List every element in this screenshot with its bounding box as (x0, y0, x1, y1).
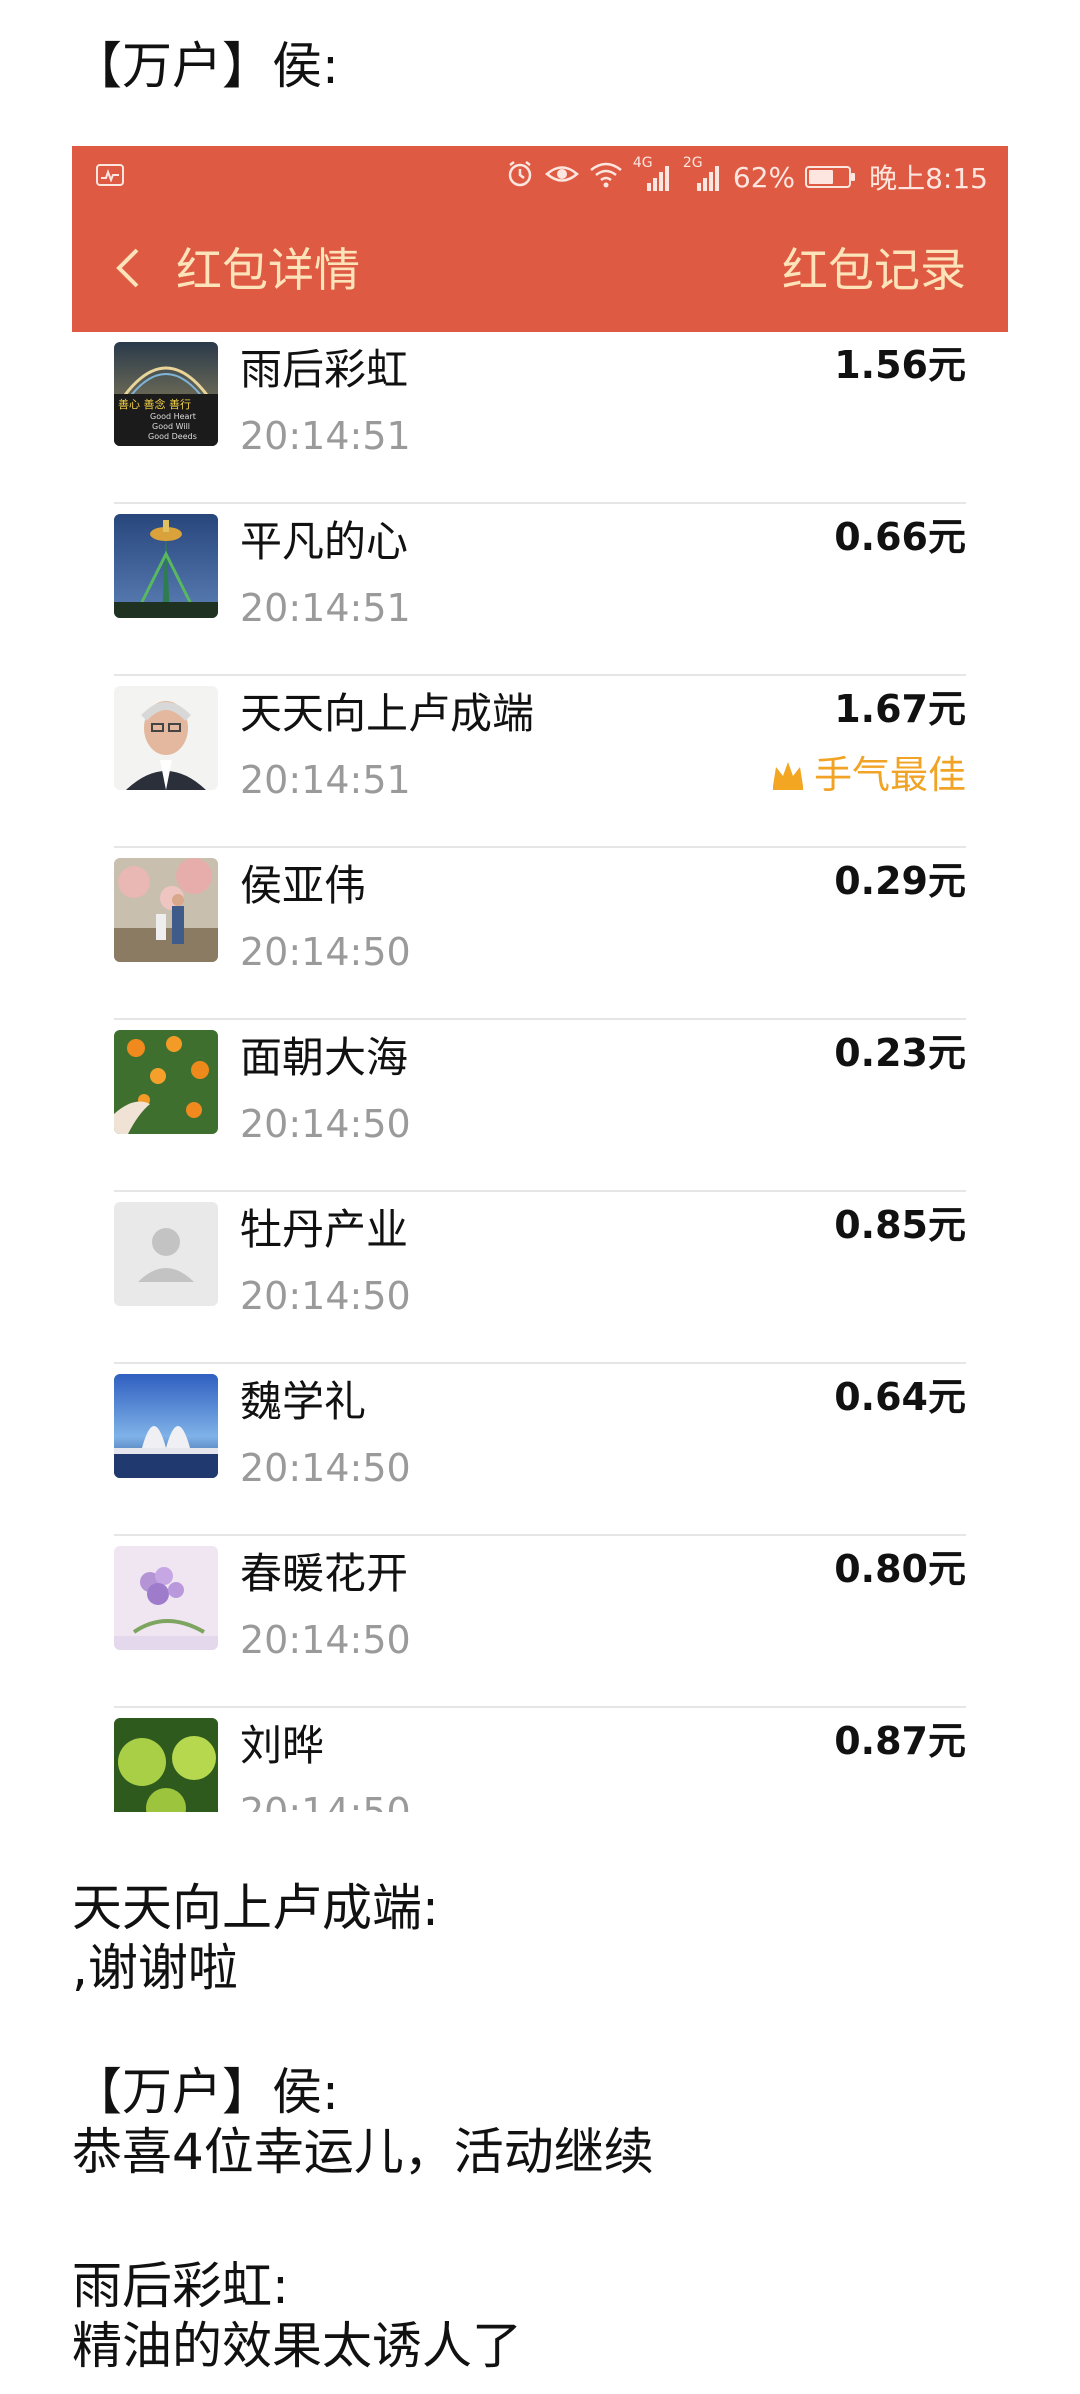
status-bar: 4G 2G 62% 晚上8:15 (72, 146, 1008, 208)
amount: 1.56元 (834, 343, 966, 387)
recipient-name: 平凡的心 (240, 517, 409, 566)
chevron-left-icon (116, 248, 139, 288)
list-item[interactable]: 魏学礼 20:14:50 0.64元 (114, 1364, 966, 1536)
chat-message-text: ,谢谢啦 (72, 1939, 238, 1997)
recipient-name: 春暖花开 (240, 1549, 409, 1598)
status-time: 晚上8:15 (869, 162, 988, 195)
header-bar: 红包详情 红包记录 (72, 208, 1008, 332)
recipient-name: 面朝大海 (240, 1033, 409, 1082)
default-avatar-icon (114, 1202, 218, 1306)
chat-message-sender: 【万户】侯: (72, 2063, 339, 2121)
avatar-caption: Good Will (152, 422, 191, 431)
avatar (114, 1374, 218, 1478)
avatar-caption: 善心 善念 善行 (118, 398, 191, 411)
list-item[interactable]: 天天向上卢成端 20:14:51 1.67元 手气最佳 (114, 676, 966, 848)
list-item[interactable]: 牡丹产业 20:14:50 0.85元 (114, 1192, 966, 1364)
back-button[interactable] (98, 238, 158, 298)
avatar-caption: Good Deeds (148, 432, 197, 441)
page-title: 红包详情 (176, 243, 360, 297)
amount: 0.66元 (834, 515, 966, 559)
avatar (114, 858, 218, 962)
receive-time: 20:14:50 (240, 930, 411, 974)
receive-time: 20:14:50 (240, 1102, 411, 1146)
wifi-icon (589, 160, 623, 195)
best-luck-label: 手气最佳 (813, 753, 966, 797)
avatar: 善心 善念 善行 Good Heart Good Will Good Deeds (114, 342, 218, 446)
red-packet-records-button[interactable]: 红包记录 (782, 240, 966, 300)
list-item[interactable]: 平凡的心 20:14:51 0.66元 (114, 504, 966, 676)
amount: 0.29元 (834, 859, 966, 903)
avatar (114, 686, 218, 790)
avatar (114, 1202, 218, 1306)
amount: 0.80元 (834, 1547, 966, 1591)
chat-message-sender: 天天向上卢成端: (72, 1879, 439, 1937)
avatar (114, 1718, 218, 1812)
amount: 0.85元 (834, 1203, 966, 1247)
receive-time: 20:14:50 (240, 1618, 411, 1662)
list-item[interactable]: 面朝大海 20:14:50 0.23元 (114, 1020, 966, 1192)
amount: 0.87元 (834, 1719, 966, 1763)
receive-time: 20:14:51 (240, 414, 411, 458)
receive-time: 20:14:51 (240, 586, 411, 630)
avatar (114, 514, 218, 618)
chat-message-text: 精油的效果太诱人了 (72, 2317, 522, 2375)
best-luck-badge: 手气最佳 (770, 750, 966, 800)
avatar (114, 1030, 218, 1134)
network-type-label: 4G (632, 155, 653, 171)
recipient-name: 刘晔 (240, 1721, 325, 1770)
recipient-name: 魏学礼 (240, 1377, 367, 1426)
chat-message-text: 恭喜4位幸运儿，活动继续 (72, 2123, 654, 2181)
list-item[interactable]: 刘晔 20:14:50 0.87元 (114, 1708, 966, 1812)
red-packet-screenshot: 4G 2G 62% 晚上8:15 红包详情 红包记录 善心 善念 善行 Good… (72, 146, 1008, 1812)
recipient-name: 雨后彩虹 (240, 345, 409, 394)
chat-message-sender: 雨后彩虹: (72, 2257, 289, 2315)
receive-time: 20:14:51 (240, 758, 411, 802)
chat-message-sender: 【万户】侯: (72, 37, 339, 95)
battery-icon (805, 166, 856, 188)
list-item[interactable]: 善心 善念 善行 Good Heart Good Will Good Deeds… (114, 332, 966, 504)
receive-time: 20:14:50 (240, 1790, 411, 1812)
network-type-label: 2G (682, 155, 703, 171)
battery-percent: 62% (732, 160, 796, 194)
crown-icon (772, 762, 803, 790)
recipient-name: 侯亚伟 (240, 861, 367, 910)
signal-2g-icon: 2G (683, 155, 723, 193)
recipient-name: 牡丹产业 (240, 1205, 409, 1254)
receive-time: 20:14:50 (240, 1274, 411, 1318)
amount: 1.67元 (834, 687, 966, 731)
signal-4g-icon: 4G (633, 155, 673, 193)
list-item[interactable]: 春暖花开 20:14:50 0.80元 (114, 1536, 966, 1708)
avatar (114, 1546, 218, 1650)
recipient-name: 天天向上卢成端 (240, 689, 535, 738)
activity-icon (96, 164, 124, 186)
alarm-icon (505, 159, 535, 196)
eye-comfort-icon (544, 161, 579, 194)
list-item[interactable]: 侯亚伟 20:14:50 0.29元 (114, 848, 966, 1020)
recipient-list[interactable]: 善心 善念 善行 Good Heart Good Will Good Deeds… (114, 332, 966, 1812)
receive-time: 20:14:50 (240, 1446, 411, 1490)
amount: 0.64元 (834, 1375, 966, 1419)
avatar-caption: Good Heart (150, 412, 196, 421)
amount: 0.23元 (834, 1031, 966, 1075)
